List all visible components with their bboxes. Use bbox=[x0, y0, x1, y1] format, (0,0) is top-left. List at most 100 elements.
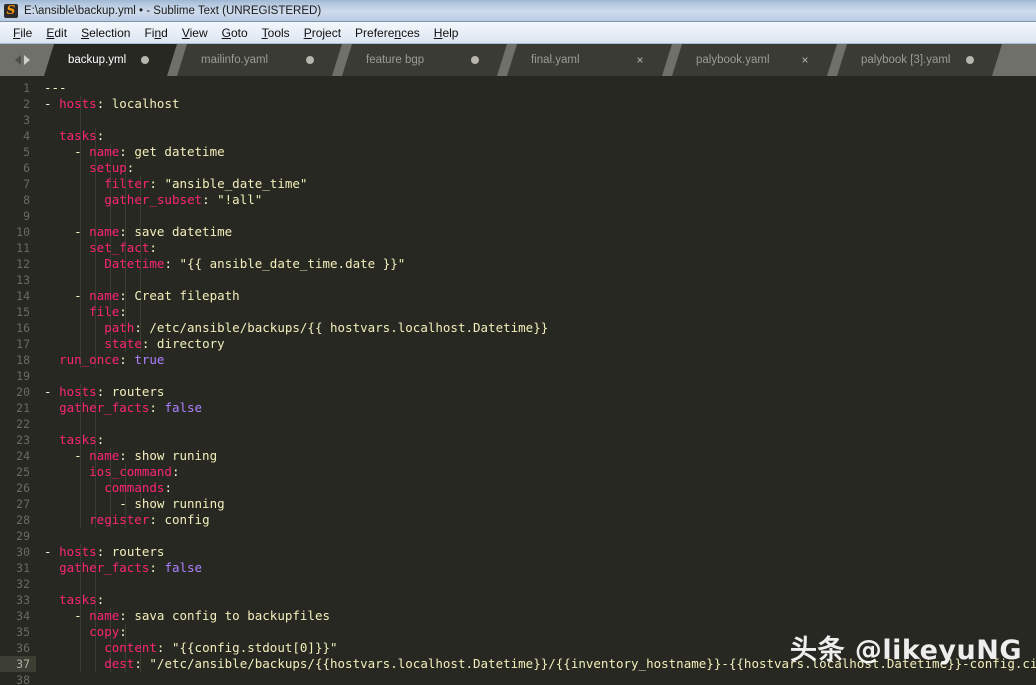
code-token: - bbox=[44, 96, 60, 111]
menu-item-goto[interactable]: Goto bbox=[215, 24, 255, 42]
code-line[interactable]: copy: bbox=[44, 624, 1036, 640]
modified-dot-icon[interactable] bbox=[304, 54, 316, 66]
line-number: 18 bbox=[16, 353, 30, 367]
menu-item-find[interactable]: Find bbox=[137, 24, 174, 42]
code-token: : bbox=[119, 448, 135, 463]
tab-mailinfo-yaml[interactable]: mailinfo.yaml bbox=[177, 44, 342, 76]
code-line[interactable]: set_fact: bbox=[44, 240, 1036, 256]
chevron-left-icon[interactable] bbox=[14, 55, 21, 65]
code-line[interactable]: register: config bbox=[44, 512, 1036, 528]
code-line[interactable]: --- bbox=[44, 80, 1036, 96]
code-token: run_once bbox=[59, 352, 120, 367]
code-line[interactable]: - show running bbox=[44, 496, 1036, 512]
chevron-right-icon[interactable] bbox=[23, 55, 30, 65]
code-line[interactable]: - name: save datetime bbox=[44, 224, 1036, 240]
code-line[interactable]: dest: "/etc/ansible/backups/{{hostvars.l… bbox=[44, 656, 1036, 672]
menu-item-selection[interactable]: Selection bbox=[74, 24, 137, 42]
code-token: - bbox=[44, 448, 90, 463]
code-token: : bbox=[96, 544, 112, 559]
tab-backup-yml[interactable]: backup.yml bbox=[44, 44, 177, 76]
close-x-icon[interactable]: × bbox=[634, 54, 646, 66]
code-token: : bbox=[96, 96, 112, 111]
code-line[interactable]: - name: show runing bbox=[44, 448, 1036, 464]
code-line[interactable]: gather_facts: false bbox=[44, 560, 1036, 576]
code-token: --- bbox=[44, 80, 67, 95]
code-token: : bbox=[96, 592, 105, 607]
tab-list: backup.yml mailinfo.yaml feature bgp final.… bbox=[44, 44, 1036, 76]
code-line[interactable]: gather_subset: "!all" bbox=[44, 192, 1036, 208]
code-token: "{{ ansible_date_time.date }}" bbox=[179, 256, 406, 271]
modified-dot-icon[interactable] bbox=[139, 54, 151, 66]
code-line[interactable]: - hosts: routers bbox=[44, 384, 1036, 400]
code-line[interactable]: gather_facts: false bbox=[44, 400, 1036, 416]
tab-feature-bgp[interactable]: feature bgp bbox=[342, 44, 507, 76]
code-line[interactable]: file: bbox=[44, 304, 1036, 320]
menu-item-tools[interactable]: Tools bbox=[255, 24, 297, 42]
code-line[interactable]: commands: bbox=[44, 480, 1036, 496]
menu-item-edit[interactable]: Edit bbox=[39, 24, 74, 42]
tab-label: palybook [3].yaml bbox=[861, 54, 951, 66]
line-number: 25 bbox=[16, 465, 30, 479]
tab-label: palybook.yaml bbox=[696, 54, 770, 66]
code-token: commands bbox=[104, 480, 165, 495]
code-line[interactable]: state: directory bbox=[44, 336, 1036, 352]
code-line[interactable]: tasks: bbox=[44, 592, 1036, 608]
code-token: : bbox=[134, 656, 150, 671]
code-token: : bbox=[202, 192, 218, 207]
tab-palybook-yaml[interactable]: palybook.yaml × bbox=[672, 44, 837, 76]
modified-dot-icon[interactable] bbox=[964, 54, 976, 66]
code-line[interactable]: content: "{{config.stdout[0]}}" bbox=[44, 640, 1036, 656]
menu-item-view[interactable]: View bbox=[175, 24, 215, 42]
line-number: 7 bbox=[23, 177, 30, 191]
code-token: true bbox=[134, 352, 165, 367]
code-line[interactable]: tasks: bbox=[44, 128, 1036, 144]
code-line[interactable]: - name: sava config to backupfiles bbox=[44, 608, 1036, 624]
menu-item-preferences[interactable]: Preferences bbox=[348, 24, 427, 42]
code-line[interactable]: - name: get datetime bbox=[44, 144, 1036, 160]
code-line[interactable]: ios_command: bbox=[44, 464, 1036, 480]
code-token: false bbox=[164, 400, 203, 415]
code-line[interactable] bbox=[44, 576, 1036, 592]
code-line[interactable]: setup: bbox=[44, 160, 1036, 176]
code-token: : bbox=[149, 400, 165, 415]
code-line[interactable] bbox=[44, 112, 1036, 128]
code-line[interactable]: - hosts: localhost bbox=[44, 96, 1036, 112]
code-line[interactable]: run_once: true bbox=[44, 352, 1036, 368]
code-line[interactable] bbox=[44, 528, 1036, 544]
line-number: 37 bbox=[0, 656, 36, 672]
modified-dot-icon[interactable] bbox=[469, 54, 481, 66]
code-line[interactable]: filter: "ansible_date_time" bbox=[44, 176, 1036, 192]
code-content[interactable]: --- - hosts: localhost tasks: - name: get… bbox=[36, 76, 1036, 685]
sublime-text-window: E:\ansible\backup.yml • - Sublime Text (… bbox=[0, 0, 1036, 685]
code-token: set_fact bbox=[89, 240, 150, 255]
tab-final-yaml[interactable]: final.yaml × bbox=[507, 44, 672, 76]
line-number: 38 bbox=[16, 673, 30, 685]
code-line[interactable] bbox=[44, 208, 1036, 224]
code-line[interactable]: Datetime: "{{ ansible_date_time.date }}" bbox=[44, 256, 1036, 272]
code-line[interactable]: tasks: bbox=[44, 432, 1036, 448]
line-number: 30 bbox=[16, 545, 30, 559]
menu-item-help[interactable]: Help bbox=[427, 24, 466, 42]
code-line[interactable]: path: /etc/ansible/backups/{{ hostvars.l… bbox=[44, 320, 1036, 336]
line-number-gutter: 1 2 3 4 5 6 7 8 9 10 11 12 13 14 15 16 17 18 19 20 21 22 23 24 2… bbox=[0, 76, 36, 685]
line-number: 36 bbox=[16, 641, 30, 655]
code-line[interactable] bbox=[44, 416, 1036, 432]
close-x-icon[interactable]: × bbox=[799, 54, 811, 66]
menu-item-project[interactable]: Project bbox=[297, 24, 348, 42]
code-token: copy bbox=[89, 624, 120, 639]
code-line[interactable]: - name: Creat filepath bbox=[44, 288, 1036, 304]
code-token: : bbox=[149, 560, 165, 575]
code-token: ios_command bbox=[89, 464, 172, 479]
menu-item-file[interactable]: File bbox=[6, 24, 39, 42]
tab-palybook-3-yaml[interactable]: palybook [3].yaml bbox=[837, 44, 1002, 76]
tab-navigation-arrows[interactable] bbox=[0, 44, 44, 76]
code-line[interactable] bbox=[44, 368, 1036, 384]
code-line[interactable] bbox=[44, 272, 1036, 288]
code-line[interactable] bbox=[44, 672, 1036, 685]
code-token: gather_subset bbox=[104, 192, 203, 207]
code-token: : bbox=[96, 432, 105, 447]
editor-pane[interactable]: 1 2 3 4 5 6 7 8 9 10 11 12 13 14 15 16 17 18 19 20 21 22 23 24 2… bbox=[0, 76, 1036, 685]
code-line[interactable]: - hosts: routers bbox=[44, 544, 1036, 560]
line-number: 15 bbox=[16, 305, 30, 319]
